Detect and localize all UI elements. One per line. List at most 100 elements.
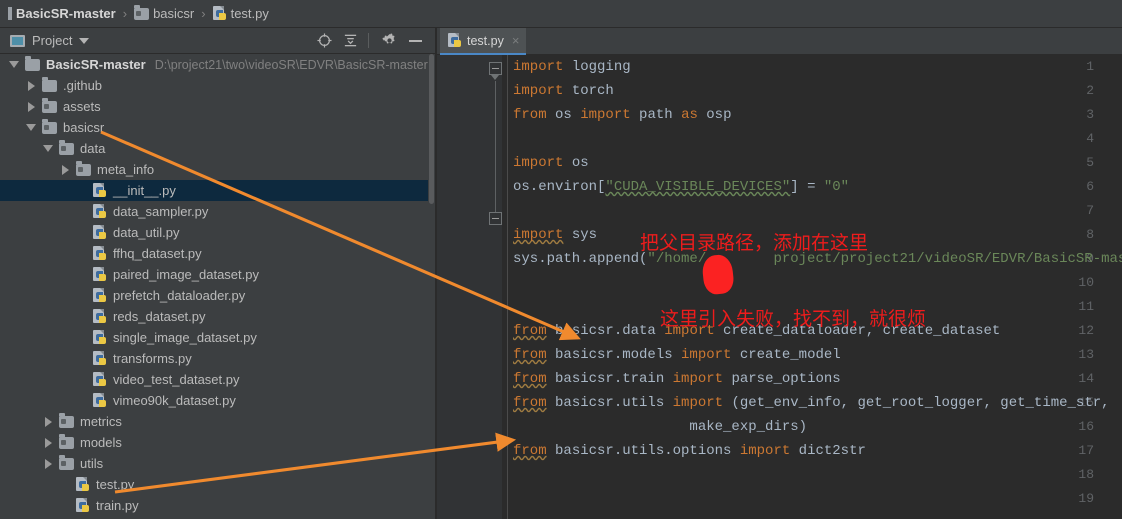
fold-connector-line <box>495 81 496 221</box>
python-file-icon <box>93 288 107 303</box>
code-token: import <box>681 347 732 363</box>
chevron-right-icon[interactable] <box>23 101 39 112</box>
editor-code-area[interactable]: 1 2 3 4 5 6 7 8 9 10 11 12 13 14 15 16 17 18 19 import log… <box>437 55 1122 519</box>
tree-item-test-py[interactable]: test.py <box>0 474 428 495</box>
tree-scrollbar-thumb[interactable] <box>429 54 434 204</box>
fold-marker-icon[interactable] <box>489 62 502 75</box>
editor-gutter[interactable] <box>437 55 502 519</box>
chevron-right-icon[interactable] <box>40 458 56 469</box>
tree-item-vimeo90k-dataset-py[interactable]: vimeo90k_dataset.py <box>0 390 428 411</box>
tree-item--github[interactable]: .github <box>0 75 428 96</box>
chevron-right-icon[interactable] <box>57 164 73 175</box>
code-line: from basicsr.utils.options import dict2s… <box>513 439 866 463</box>
chevron-right-icon[interactable] <box>40 416 56 427</box>
collapse-all-icon[interactable] <box>338 29 362 53</box>
chevron-down-icon[interactable] <box>6 61 22 68</box>
code-token: project/project21/videoSR/EDVR/BasicSR-m… <box>773 251 1122 267</box>
chevron-right-icon[interactable] <box>23 80 39 91</box>
tree-item-label: reds_dataset.py <box>113 309 206 324</box>
settings-gear-icon[interactable] <box>377 29 401 53</box>
code-token: from <box>513 347 547 363</box>
code-token: from <box>513 395 547 411</box>
tree-item-train-py[interactable]: train.py <box>0 495 428 516</box>
close-icon[interactable]: × <box>512 34 520 47</box>
tree-item-data-util-py[interactable]: data_util.py <box>0 222 428 243</box>
code-token: (get_env_info, get_root_logger, get_time… <box>723 395 1110 411</box>
code-line: from basicsr.train import parse_options <box>513 367 841 391</box>
tree-item--init-py[interactable]: __init__.py <box>0 180 428 201</box>
code-token: torch <box>563 83 614 99</box>
breadcrumb-item-project[interactable]: BasicSR-master <box>6 0 118 28</box>
tree-item-label: test.py <box>96 477 135 492</box>
tree-item-single-image-dataset-py[interactable]: single_image_dataset.py <box>0 327 428 348</box>
code-token: import <box>664 323 715 339</box>
breadcrumb-separator: › <box>122 6 128 21</box>
code-token: basicsr.utils <box>546 395 673 411</box>
tree-item-basicsr-master[interactable]: BasicSR-master D:\project21\two\videoSR\E… <box>0 54 428 75</box>
chevron-down-icon[interactable] <box>79 37 90 44</box>
tree-item-reds-dataset-py[interactable]: reds_dataset.py <box>0 306 428 327</box>
tree-item-video-test-dataset-py[interactable]: video_test_dataset.py <box>0 369 428 390</box>
code-token: from <box>513 443 547 459</box>
code-line: import logging <box>513 55 631 79</box>
tree-item-models[interactable]: models <box>0 432 428 453</box>
source-code[interactable]: import logging import torch from os import… <box>509 55 1122 519</box>
tree-item-data-sampler-py[interactable]: data_sampler.py <box>0 201 428 222</box>
fold-marker-icon[interactable] <box>489 212 502 225</box>
breadcrumb-item-testpy[interactable]: test.py <box>211 0 271 28</box>
python-file-icon <box>93 225 107 240</box>
project-panel-label: Project <box>32 33 73 48</box>
code-token: sys <box>563 227 598 243</box>
tree-item-label: basicsr <box>63 120 105 135</box>
python-file-icon <box>448 33 462 48</box>
code-line: os.environ["CUDA_VISIBLE_DEVICES"] = "0" <box>513 175 849 199</box>
tree-item-label: data <box>80 141 106 156</box>
tree-item-utils[interactable]: utils <box>0 453 428 474</box>
code-line: import torch <box>513 79 614 103</box>
code-token: from <box>513 323 547 339</box>
breadcrumb-label: test.py <box>230 6 269 21</box>
code-token: make_exp_dirs) <box>513 419 808 435</box>
breadcrumb-separator: › <box>201 6 206 21</box>
project-panel-header: Project <box>0 28 435 54</box>
folder-icon <box>42 76 57 92</box>
tree-scrollbar[interactable] <box>428 54 435 519</box>
tree-item-basicsr[interactable]: basicsr <box>0 117 428 138</box>
code-token: as <box>681 107 698 123</box>
locate-in-tree-icon[interactable] <box>312 29 336 53</box>
code-token: os <box>563 155 589 171</box>
tree-item-ffhq-dataset-py[interactable]: ffhq_dataset.py <box>0 243 428 264</box>
chevron-down-icon[interactable] <box>23 124 39 131</box>
code-token: os <box>546 107 581 123</box>
code-token: basicsr.utils.options <box>546 443 740 459</box>
code-token: basicsr.models <box>546 347 682 363</box>
code-token: import <box>513 83 564 99</box>
module-icon <box>8 7 12 20</box>
tree-item-label: data_util.py <box>113 225 180 240</box>
tree-item-label: assets <box>63 99 101 114</box>
tree-item-prefetch-dataloader-py[interactable]: prefetch_dataloader.py <box>0 285 428 306</box>
chevron-right-icon[interactable] <box>40 437 56 448</box>
tree-item-metrics[interactable]: metrics <box>0 411 428 432</box>
python-file-icon <box>93 393 107 408</box>
tree-item-assets[interactable]: assets <box>0 96 428 117</box>
minimize-icon[interactable] <box>403 29 427 53</box>
code-token: import <box>672 371 724 387</box>
code-line: from basicsr.data import create_dataload… <box>513 319 1000 343</box>
tree-item-paired-image-dataset-py[interactable]: paired_image_dataset.py <box>0 264 428 285</box>
project-file-tree[interactable]: BasicSR-master D:\project21\two\videoSR\E… <box>0 54 428 519</box>
code-token: parse_options <box>723 371 841 387</box>
folder-icon <box>42 118 57 134</box>
tree-item-meta-info[interactable]: meta_info <box>0 159 428 180</box>
python-file-icon <box>93 267 107 282</box>
folder-icon <box>59 139 74 155</box>
folder-icon <box>59 433 74 449</box>
tree-item-data[interactable]: data <box>0 138 428 159</box>
tree-item-label: train.py <box>96 498 139 513</box>
chevron-down-icon[interactable] <box>40 145 56 152</box>
tab-test-py[interactable]: test.py × <box>440 28 527 55</box>
breadcrumb-item-basicsr[interactable]: basicsr <box>132 0 196 28</box>
tree-item-transforms-py[interactable]: transforms.py <box>0 348 428 369</box>
code-token: osp <box>697 107 732 123</box>
project-panel-title[interactable]: Project <box>0 33 90 48</box>
